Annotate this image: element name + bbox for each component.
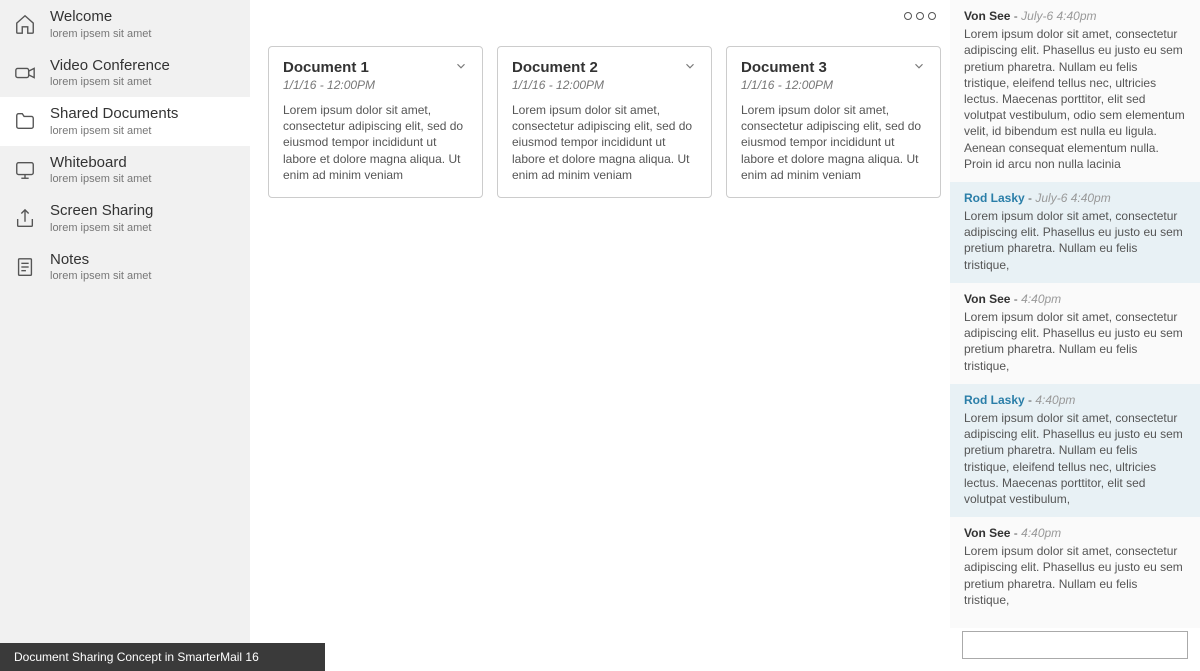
camera-icon bbox=[14, 62, 36, 84]
sidebar-item-video-conference[interactable]: Video Conference lorem ipsem sit amet bbox=[0, 49, 250, 98]
document-body: Lorem ipsum dolor sit amet, consectetur … bbox=[512, 102, 697, 183]
feed-body: Lorem ipsum dolor sit amet, consectetur … bbox=[964, 208, 1186, 273]
sidebar-item-label: Welcome bbox=[50, 9, 151, 26]
notes-icon bbox=[14, 256, 36, 278]
feed-author: Rod Lasky bbox=[964, 393, 1025, 407]
sidebar-item-label: Whiteboard bbox=[50, 155, 151, 172]
feed-body: Lorem ipsum dolor sit amet, consectetur … bbox=[964, 26, 1186, 172]
document-card[interactable]: Document 3 1/1/16 - 12:00PM Lorem ipsum … bbox=[726, 46, 941, 198]
dot-icon[interactable] bbox=[916, 12, 924, 20]
feed-author: Von See bbox=[964, 526, 1010, 540]
sidebar: Welcome lorem ipsem sit amet Video Confe… bbox=[0, 0, 250, 671]
feed-message: Von See - 4:40pm Lorem ipsum dolor sit a… bbox=[950, 517, 1200, 618]
feed-message: Rod Lasky - 4:40pm Lorem ipsum dolor sit… bbox=[950, 384, 1200, 517]
chevron-down-icon[interactable] bbox=[912, 59, 926, 78]
sidebar-item-sub: lorem ipsem sit amet bbox=[50, 270, 151, 282]
sidebar-item-sub: lorem ipsem sit amet bbox=[50, 173, 151, 185]
chevron-down-icon[interactable] bbox=[454, 59, 468, 78]
monitor-icon bbox=[14, 159, 36, 181]
sidebar-item-welcome[interactable]: Welcome lorem ipsem sit amet bbox=[0, 0, 250, 49]
sidebar-item-whiteboard[interactable]: Whiteboard lorem ipsem sit amet bbox=[0, 146, 250, 195]
sidebar-item-label: Notes bbox=[50, 252, 151, 269]
sidebar-item-sub: lorem ipsem sit amet bbox=[50, 222, 153, 234]
sidebar-item-label: Screen Sharing bbox=[50, 203, 153, 220]
feed-message: Rod Lasky - July-6 4:40pm Lorem ipsum do… bbox=[950, 182, 1200, 283]
main-content: Document 1 1/1/16 - 12:00PM Lorem ipsum … bbox=[250, 0, 950, 671]
document-body: Lorem ipsum dolor sit amet, consectetur … bbox=[283, 102, 468, 183]
message-feed: Von See - July-6 4:40pm Lorem ipsum dolo… bbox=[950, 0, 1200, 628]
dot-icon[interactable] bbox=[904, 12, 912, 20]
dot-icon[interactable] bbox=[928, 12, 936, 20]
feed-author: Von See bbox=[964, 9, 1010, 23]
document-card[interactable]: Document 1 1/1/16 - 12:00PM Lorem ipsum … bbox=[268, 46, 483, 198]
reply-input[interactable] bbox=[962, 631, 1188, 659]
folder-icon bbox=[14, 110, 36, 132]
sidebar-item-label: Shared Documents bbox=[50, 106, 178, 123]
document-date: 1/1/16 - 12:00PM bbox=[741, 78, 833, 92]
document-card[interactable]: Document 2 1/1/16 - 12:00PM Lorem ipsum … bbox=[497, 46, 712, 198]
chevron-down-icon[interactable] bbox=[683, 59, 697, 78]
feed-timestamp: 4:40pm bbox=[1021, 526, 1061, 540]
feed-body: Lorem ipsum dolor sit amet, consectetur … bbox=[964, 309, 1186, 374]
feed-author: Rod Lasky bbox=[964, 191, 1025, 205]
share-icon bbox=[14, 208, 36, 230]
feed-body: Lorem ipsum dolor sit amet, consectetur … bbox=[964, 543, 1186, 608]
feed-body: Lorem ipsum dolor sit amet, consectetur … bbox=[964, 410, 1186, 507]
document-body: Lorem ipsum dolor sit amet, consectetur … bbox=[741, 102, 926, 183]
feed-author: Von See bbox=[964, 292, 1010, 306]
sidebar-item-label: Video Conference bbox=[50, 58, 170, 75]
sidebar-item-sub: lorem ipsem sit amet bbox=[50, 28, 151, 40]
sidebar-item-sub: lorem ipsem sit amet bbox=[50, 125, 178, 137]
document-title: Document 1 bbox=[283, 59, 375, 76]
feed-timestamp: July-6 4:40pm bbox=[1035, 191, 1110, 205]
sidebar-item-notes[interactable]: Notes lorem ipsem sit amet bbox=[0, 243, 250, 292]
sidebar-item-shared-documents[interactable]: Shared Documents lorem ipsem sit amet bbox=[0, 97, 250, 146]
feed-message: Von See - July-6 4:40pm Lorem ipsum dolo… bbox=[950, 0, 1200, 182]
sidebar-item-sub: lorem ipsem sit amet bbox=[50, 76, 170, 88]
document-date: 1/1/16 - 12:00PM bbox=[512, 78, 604, 92]
feed-message: Von See - 4:40pm Lorem ipsum dolor sit a… bbox=[950, 283, 1200, 384]
document-cards: Document 1 1/1/16 - 12:00PM Lorem ipsum … bbox=[268, 46, 941, 198]
document-date: 1/1/16 - 12:00PM bbox=[283, 78, 375, 92]
pagination-dots[interactable] bbox=[904, 12, 936, 20]
document-title: Document 2 bbox=[512, 59, 604, 76]
caption-bar: Document Sharing Concept in SmarterMail … bbox=[0, 643, 325, 671]
home-icon bbox=[14, 13, 36, 35]
document-title: Document 3 bbox=[741, 59, 833, 76]
sidebar-item-screen-sharing[interactable]: Screen Sharing lorem ipsem sit amet bbox=[0, 194, 250, 243]
feed-timestamp: July-6 4:40pm bbox=[1021, 9, 1096, 23]
feed-timestamp: 4:40pm bbox=[1035, 393, 1075, 407]
feed-timestamp: 4:40pm bbox=[1021, 292, 1061, 306]
